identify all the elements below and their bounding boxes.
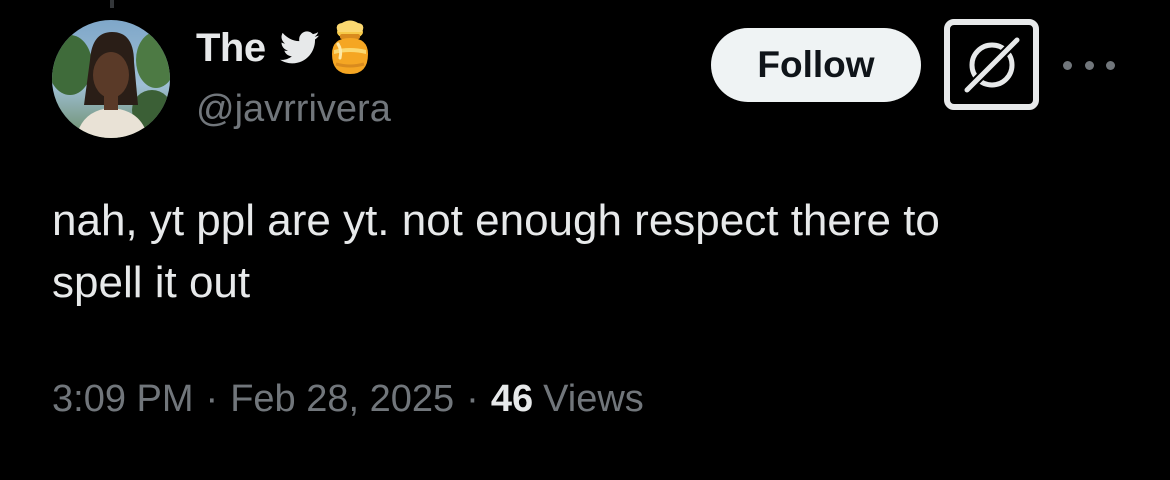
- tweet-date[interactable]: Feb 28, 2025: [230, 378, 454, 421]
- grok-button[interactable]: [944, 19, 1039, 110]
- grok-icon: [961, 34, 1022, 95]
- tweet: The @javrrivera Follow nah, yt ppl are y…: [0, 0, 1170, 480]
- more-dot: [1084, 60, 1094, 70]
- author-name-row[interactable]: The: [196, 20, 372, 76]
- follow-button[interactable]: Follow: [711, 28, 921, 102]
- tweet-time[interactable]: 3:09 PM: [52, 378, 194, 421]
- twitter-bird-icon: [279, 31, 320, 65]
- views-count[interactable]: 46: [491, 378, 533, 421]
- views-label[interactable]: Views: [543, 378, 644, 421]
- more-icon[interactable]: [1063, 50, 1115, 80]
- tweet-text: nah, yt ppl are yt. not enough respect t…: [52, 196, 940, 307]
- author-display-name[interactable]: The: [196, 26, 266, 71]
- separator: ·: [466, 378, 479, 420]
- thread-connector-line: [110, 0, 114, 8]
- separator: ·: [205, 378, 219, 420]
- honey-pot-icon: [328, 20, 372, 76]
- avatar-image: [52, 20, 170, 138]
- more-dot: [1063, 60, 1072, 70]
- author-handle[interactable]: @javrrivera: [196, 88, 391, 131]
- tweet-metadata: 3:09 PM · Feb 28, 2025 · 46 Views: [52, 378, 644, 421]
- more-dot: [1106, 60, 1115, 70]
- avatar[interactable]: [52, 20, 170, 138]
